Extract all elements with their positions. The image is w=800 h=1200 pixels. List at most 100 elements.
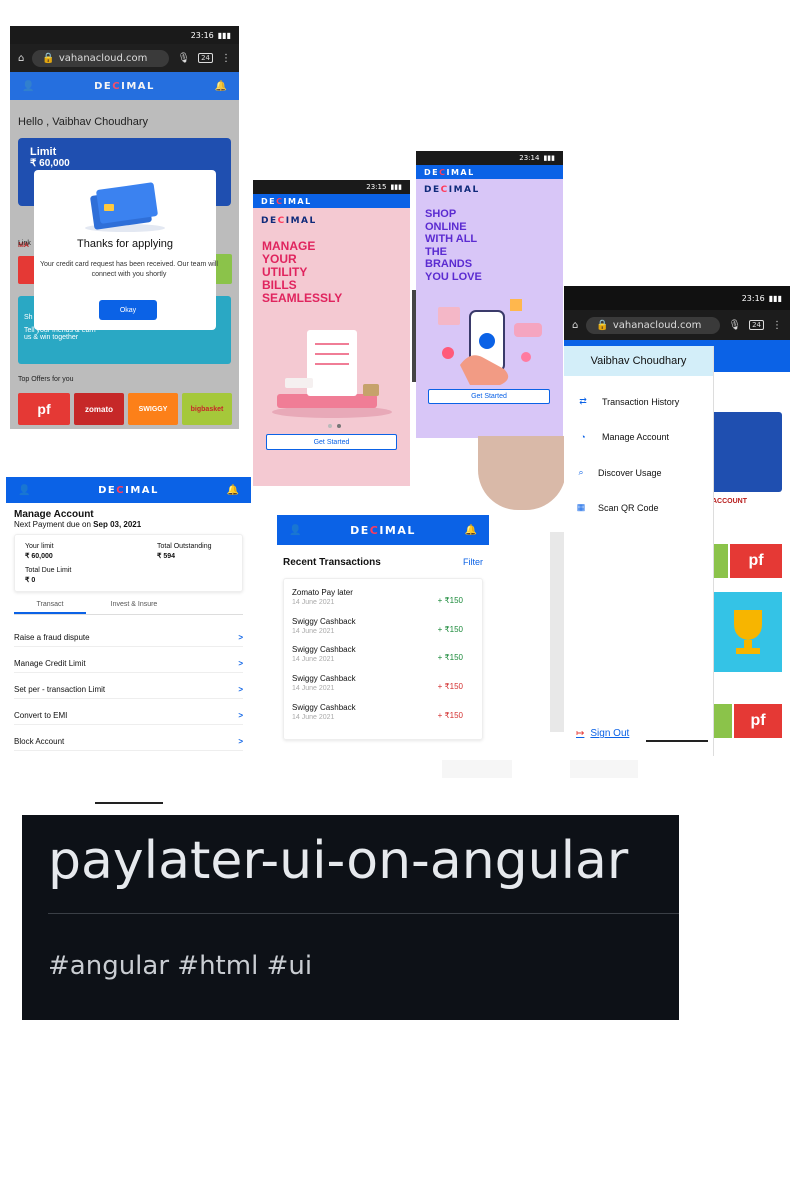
user-icon[interactable]: 👤 [22, 81, 34, 92]
more-menu-icon[interactable]: ⋮ [772, 320, 782, 331]
shadow-strip [442, 760, 512, 778]
url-field[interactable]: 🔒 vahanacloud.com [32, 49, 170, 67]
balance-card: Your limit ₹ 60,000 Total Outstanding ₹ … [14, 534, 243, 592]
mic-icon[interactable]: 🎙 [728, 320, 741, 331]
gauge-icon: ◔ [580, 432, 586, 442]
manage-account-screen: 👤 DECIMAL 🔔 Manage Account Next Payment … [6, 477, 251, 757]
drawer-user-name: Vaibhav Choudhary [564, 346, 713, 376]
chevron-right-icon: > [238, 737, 243, 746]
url-field[interactable]: 🔒 vahanacloud.com [586, 316, 721, 334]
status-bar: 23:15 ▮▮▮ [253, 180, 410, 194]
home-icon[interactable]: ⌂ [572, 320, 578, 331]
trophy-icon [734, 610, 762, 654]
app-bar: 👤 DECIMAL 🔔 [6, 477, 251, 503]
offer-swiggy[interactable]: SWIGGY [128, 393, 178, 425]
chevron-right-icon: > [238, 685, 243, 694]
drawer-item-scan-qr[interactable]: ▦ Scan QR Code [564, 502, 714, 513]
total-due-label: Total Due Limit [25, 567, 72, 574]
repo-title: paylater-ui-on-angular [48, 831, 629, 891]
menu-item-block-account[interactable]: Block Account > [14, 737, 243, 751]
hand-photo [478, 436, 566, 510]
offer-zomato[interactable]: zomato [74, 393, 124, 425]
lock-icon: 🔒 [596, 319, 609, 331]
menu-item-fraud-dispute[interactable]: Raise a fraud dispute > [14, 633, 243, 647]
tabs-count[interactable]: 24 [749, 320, 764, 330]
limit-value: ₹ 60,000 [30, 158, 70, 169]
offer-tile [712, 704, 732, 738]
url-text: vahanacloud.com [58, 52, 148, 64]
transaction-amount: + ₹150 [437, 624, 463, 634]
qr-code-icon: ▦ [576, 502, 586, 512]
application-dialog: Thanks for applying Your credit card req… [34, 170, 218, 330]
transaction-amount: + ₹150 [437, 596, 463, 605]
tab-transact[interactable]: Transact [14, 601, 86, 614]
table-row[interactable]: Swiggy Cashback 14 June 2021 + ₹150 [292, 617, 473, 645]
bell-icon[interactable]: 🔔 [227, 485, 239, 496]
tab-bar: Transact Invest & Insure [14, 597, 243, 615]
carousel-dot[interactable] [337, 424, 341, 428]
more-menu-icon[interactable]: ⋮ [221, 53, 231, 64]
home-screen: 23:16 ▮▮▮ ⌂ 🔒 vahanacloud.com 🎙 24 ⋮ 👤 D… [10, 26, 239, 429]
menu-item-credit-limit[interactable]: Manage Credit Limit > [14, 659, 243, 673]
app-logo: DECIMAL [98, 484, 159, 496]
url-text: vahanacloud.com [612, 319, 702, 331]
offer-pf[interactable]: pf [18, 393, 70, 425]
get-started-button[interactable]: Get Started [428, 389, 550, 404]
user-icon[interactable]: 👤 [289, 525, 301, 536]
credit-card-icon [85, 182, 165, 232]
home-icon[interactable]: ⌂ [18, 53, 24, 64]
your-limit-value: ₹ 60,000 [25, 553, 53, 560]
chevron-right-icon: > [238, 659, 243, 668]
signal-icon: ▮▮▮ [390, 183, 402, 191]
link-label: Link [18, 240, 31, 247]
section-title: Recent Transactions [283, 557, 381, 568]
drawer-item-label: Scan QR Code [598, 502, 659, 513]
onboarding-utility-screen: 23:15 ▮▮▮ DECIMAL DECIMAL MANAGE YOUR UT… [253, 180, 410, 486]
sign-out-label: Sign Out [590, 728, 630, 739]
onboarding-title: SHOP ONLINE WITH ALL THE BRANDS YOU LOVE [425, 208, 482, 283]
greeting: Hello , Vaibhav Choudhary [18, 116, 149, 128]
user-icon[interactable]: 👤 [18, 485, 30, 496]
total-outstanding-value: ₹ 594 [157, 553, 176, 560]
offer-pf: pf [734, 704, 782, 738]
transaction-amount: + ₹150 [437, 682, 463, 692]
promo-line: us & win together [24, 334, 79, 341]
bell-icon[interactable]: 🔔 [465, 525, 477, 536]
phone-edge [550, 532, 564, 732]
status-time: 23:16 [741, 293, 765, 303]
offer-tile [712, 544, 728, 578]
sign-out-link[interactable]: ↦ Sign Out [576, 728, 629, 739]
carousel-dot[interactable] [328, 424, 332, 428]
menu-item-label: Set per - transaction Limit [14, 685, 106, 694]
get-started-button[interactable]: Get Started [266, 434, 397, 450]
offer-bigbasket[interactable]: bigbasket [182, 393, 232, 425]
status-time: 23:16 [190, 30, 214, 40]
browser-url-bar: ⌂ 🔒 vahanacloud.com 🎙 24 ⋮ [564, 310, 790, 340]
tabs-count[interactable]: 24 [198, 53, 213, 63]
search-list-icon: ⌕ [578, 467, 584, 477]
table-row[interactable]: Swiggy Cashback 14 June 2021 + ₹150 [292, 645, 473, 673]
menu-item-convert-emi[interactable]: Convert to EMI > [14, 711, 243, 725]
top-offers-title: Top Offers for you [18, 376, 74, 383]
tab-invest-insure[interactable]: Invest & Insure [94, 601, 174, 608]
page-logo: DECIMAL [261, 216, 317, 226]
bell-icon[interactable]: 🔔 [215, 81, 227, 92]
menu-item-transaction-limit[interactable]: Set per - transaction Limit > [14, 685, 243, 699]
drawer-item-discover-usage[interactable]: ⌕ Discover Usage [564, 467, 714, 478]
browser-url-bar: ⌂ 🔒 vahanacloud.com 🎙 24 ⋮ [10, 44, 239, 72]
mic-icon[interactable]: 🎙 [177, 53, 190, 64]
behind-text: ACCOUNT [712, 498, 747, 505]
next-payment: Next Payment due on Sep 03, 2021 [14, 520, 142, 529]
swap-icon: ⇄ [579, 396, 587, 406]
app-logo: DECIMAL [261, 196, 312, 206]
okay-button[interactable]: Okay [99, 300, 157, 320]
table-row[interactable]: Swiggy Cashback 14 June 2021 + ₹150 [292, 703, 473, 731]
table-row[interactable]: Swiggy Cashback 14 June 2021 + ₹150 [292, 674, 473, 702]
drawer-item-transaction-history[interactable]: ⇄ Transaction History [564, 396, 714, 407]
drawer-item-manage-account[interactable]: ◔ Manage Account [564, 432, 714, 442]
onboarding-title: MANAGE YOUR UTILITY BILLS SEAMLESSLY [262, 239, 343, 305]
drawer-item-label: Transaction History [602, 396, 680, 407]
transaction-amount: + ₹150 [437, 653, 463, 663]
filter-link[interactable]: Filter [463, 557, 483, 567]
table-row[interactable]: Zomato Pay later 14 June 2021 + ₹150 [292, 588, 473, 616]
